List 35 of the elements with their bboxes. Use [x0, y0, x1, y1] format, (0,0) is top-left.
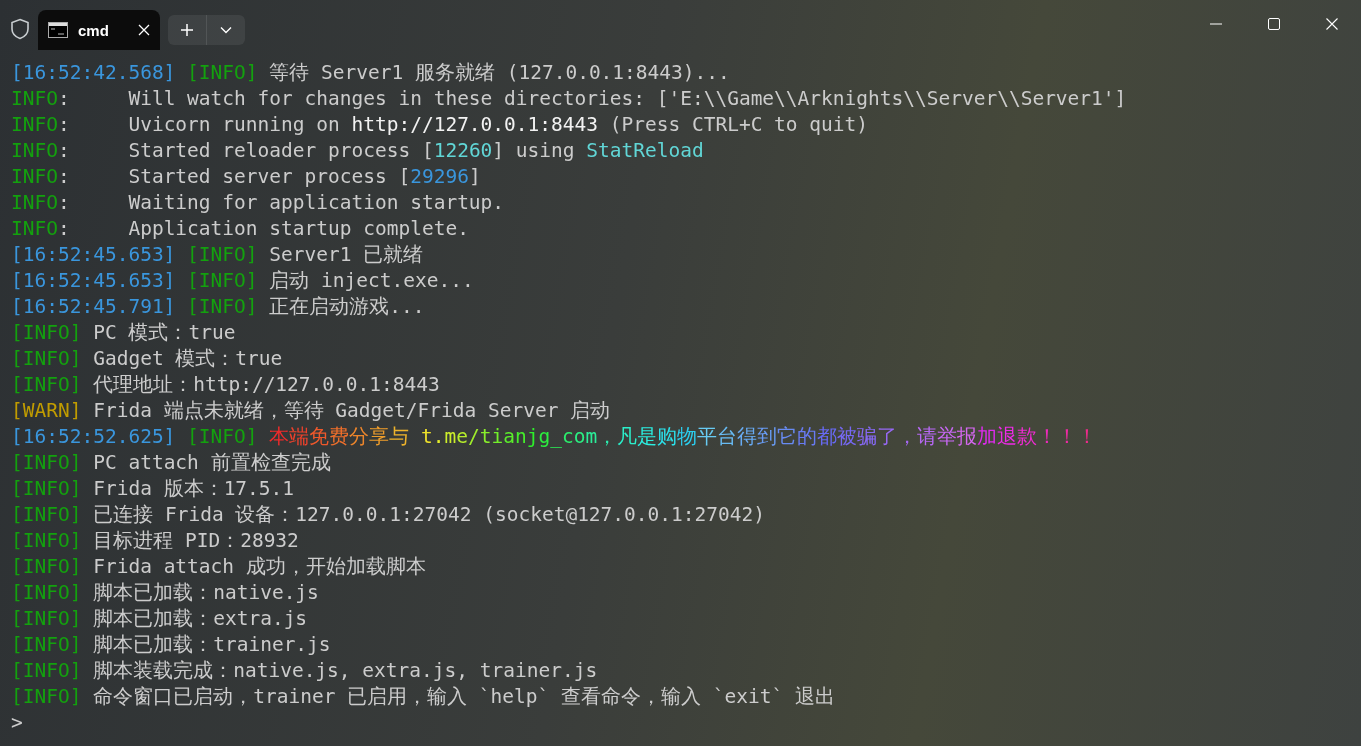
terminal-line: [INFO] 脚本已加载：native.js [11, 580, 319, 606]
terminal-line: [16:52:45.791] [INFO] 正在启动游戏... [11, 294, 425, 320]
maximize-icon [1268, 18, 1280, 30]
terminal-line: INFO: Started server process [29296] [11, 164, 481, 190]
terminal-line: [INFO] 脚本已加载：extra.js [11, 606, 308, 632]
plus-icon [180, 23, 194, 37]
terminal-line: [INFO] 已连接 Frida 设备：127.0.0.1:27042 (socket@127.0.0.1:27042) [11, 502, 765, 528]
terminal-line: [INFO] 脚本已加载：trainer.js [11, 632, 331, 658]
minimize-icon [1210, 23, 1222, 25]
terminal-icon [48, 22, 68, 38]
terminal-line: [16:52:45.653] [INFO] 启动 inject.exe... [11, 268, 474, 294]
terminal-line: [16:52:52.625] [INFO] 本端免费分享与 t.me/tianjg_com，凡是购物平台得到它的都被骗了，请举报加退款！！！ [11, 424, 1098, 450]
terminal-line: [INFO] 代理地址：http://127.0.0.1:8443 [11, 372, 440, 398]
terminal-tab[interactable]: cmd [38, 10, 160, 50]
close-icon [1326, 18, 1338, 30]
shield-icon [10, 18, 30, 40]
terminal-line: INFO: Started reloader process [12260] using StatReload [11, 138, 704, 164]
terminal-line: [16:52:45.653] [INFO] Server1 已就绪 [11, 242, 424, 268]
terminal-line: [INFO] PC 模式：true [11, 320, 236, 346]
terminal-line: [WARN] Frida 端点未就绪，等待 Gadget/Frida Server 启动 [11, 398, 611, 424]
terminal-line: INFO: Will watch for changes in these directories: ['E:\\Game\\Arknights\\Server\\Server1'] [11, 86, 1127, 112]
terminal-line: [INFO] 命令窗口已启动，trainer 已启用，输入 `help` 查看命令，输入 `exit` 退出 [11, 684, 835, 710]
terminal-line: [INFO] Gadget 模式：true [11, 346, 283, 372]
terminal-line: [INFO] PC attach 前置检查完成 [11, 450, 331, 476]
terminal-line: INFO: Uvicorn running on http://127.0.0.1:8443 (Press CTRL+C to quit) [11, 112, 869, 138]
terminal-line: INFO: Application startup complete. [11, 216, 469, 242]
terminal-line: [INFO] Frida 版本：17.5.1 [11, 476, 295, 502]
chevron-down-icon [220, 26, 232, 34]
terminal-line: [INFO] 脚本装载完成：native.js, extra.js, trainer.js [11, 658, 598, 684]
close-icon[interactable] [138, 24, 150, 36]
terminal-line: [INFO] 目标进程 PID：28932 [11, 528, 299, 554]
terminal-line: [16:52:42.568] [INFO] 等待 Server1 服务就绪 (127.0.0.1:8443)... [11, 60, 730, 86]
command-prompt[interactable]: > [11, 710, 23, 736]
terminal-line: [INFO] Frida attach 成功，开始加载脚本 [11, 554, 426, 580]
terminal-line: INFO: Waiting for application startup. [11, 190, 505, 216]
